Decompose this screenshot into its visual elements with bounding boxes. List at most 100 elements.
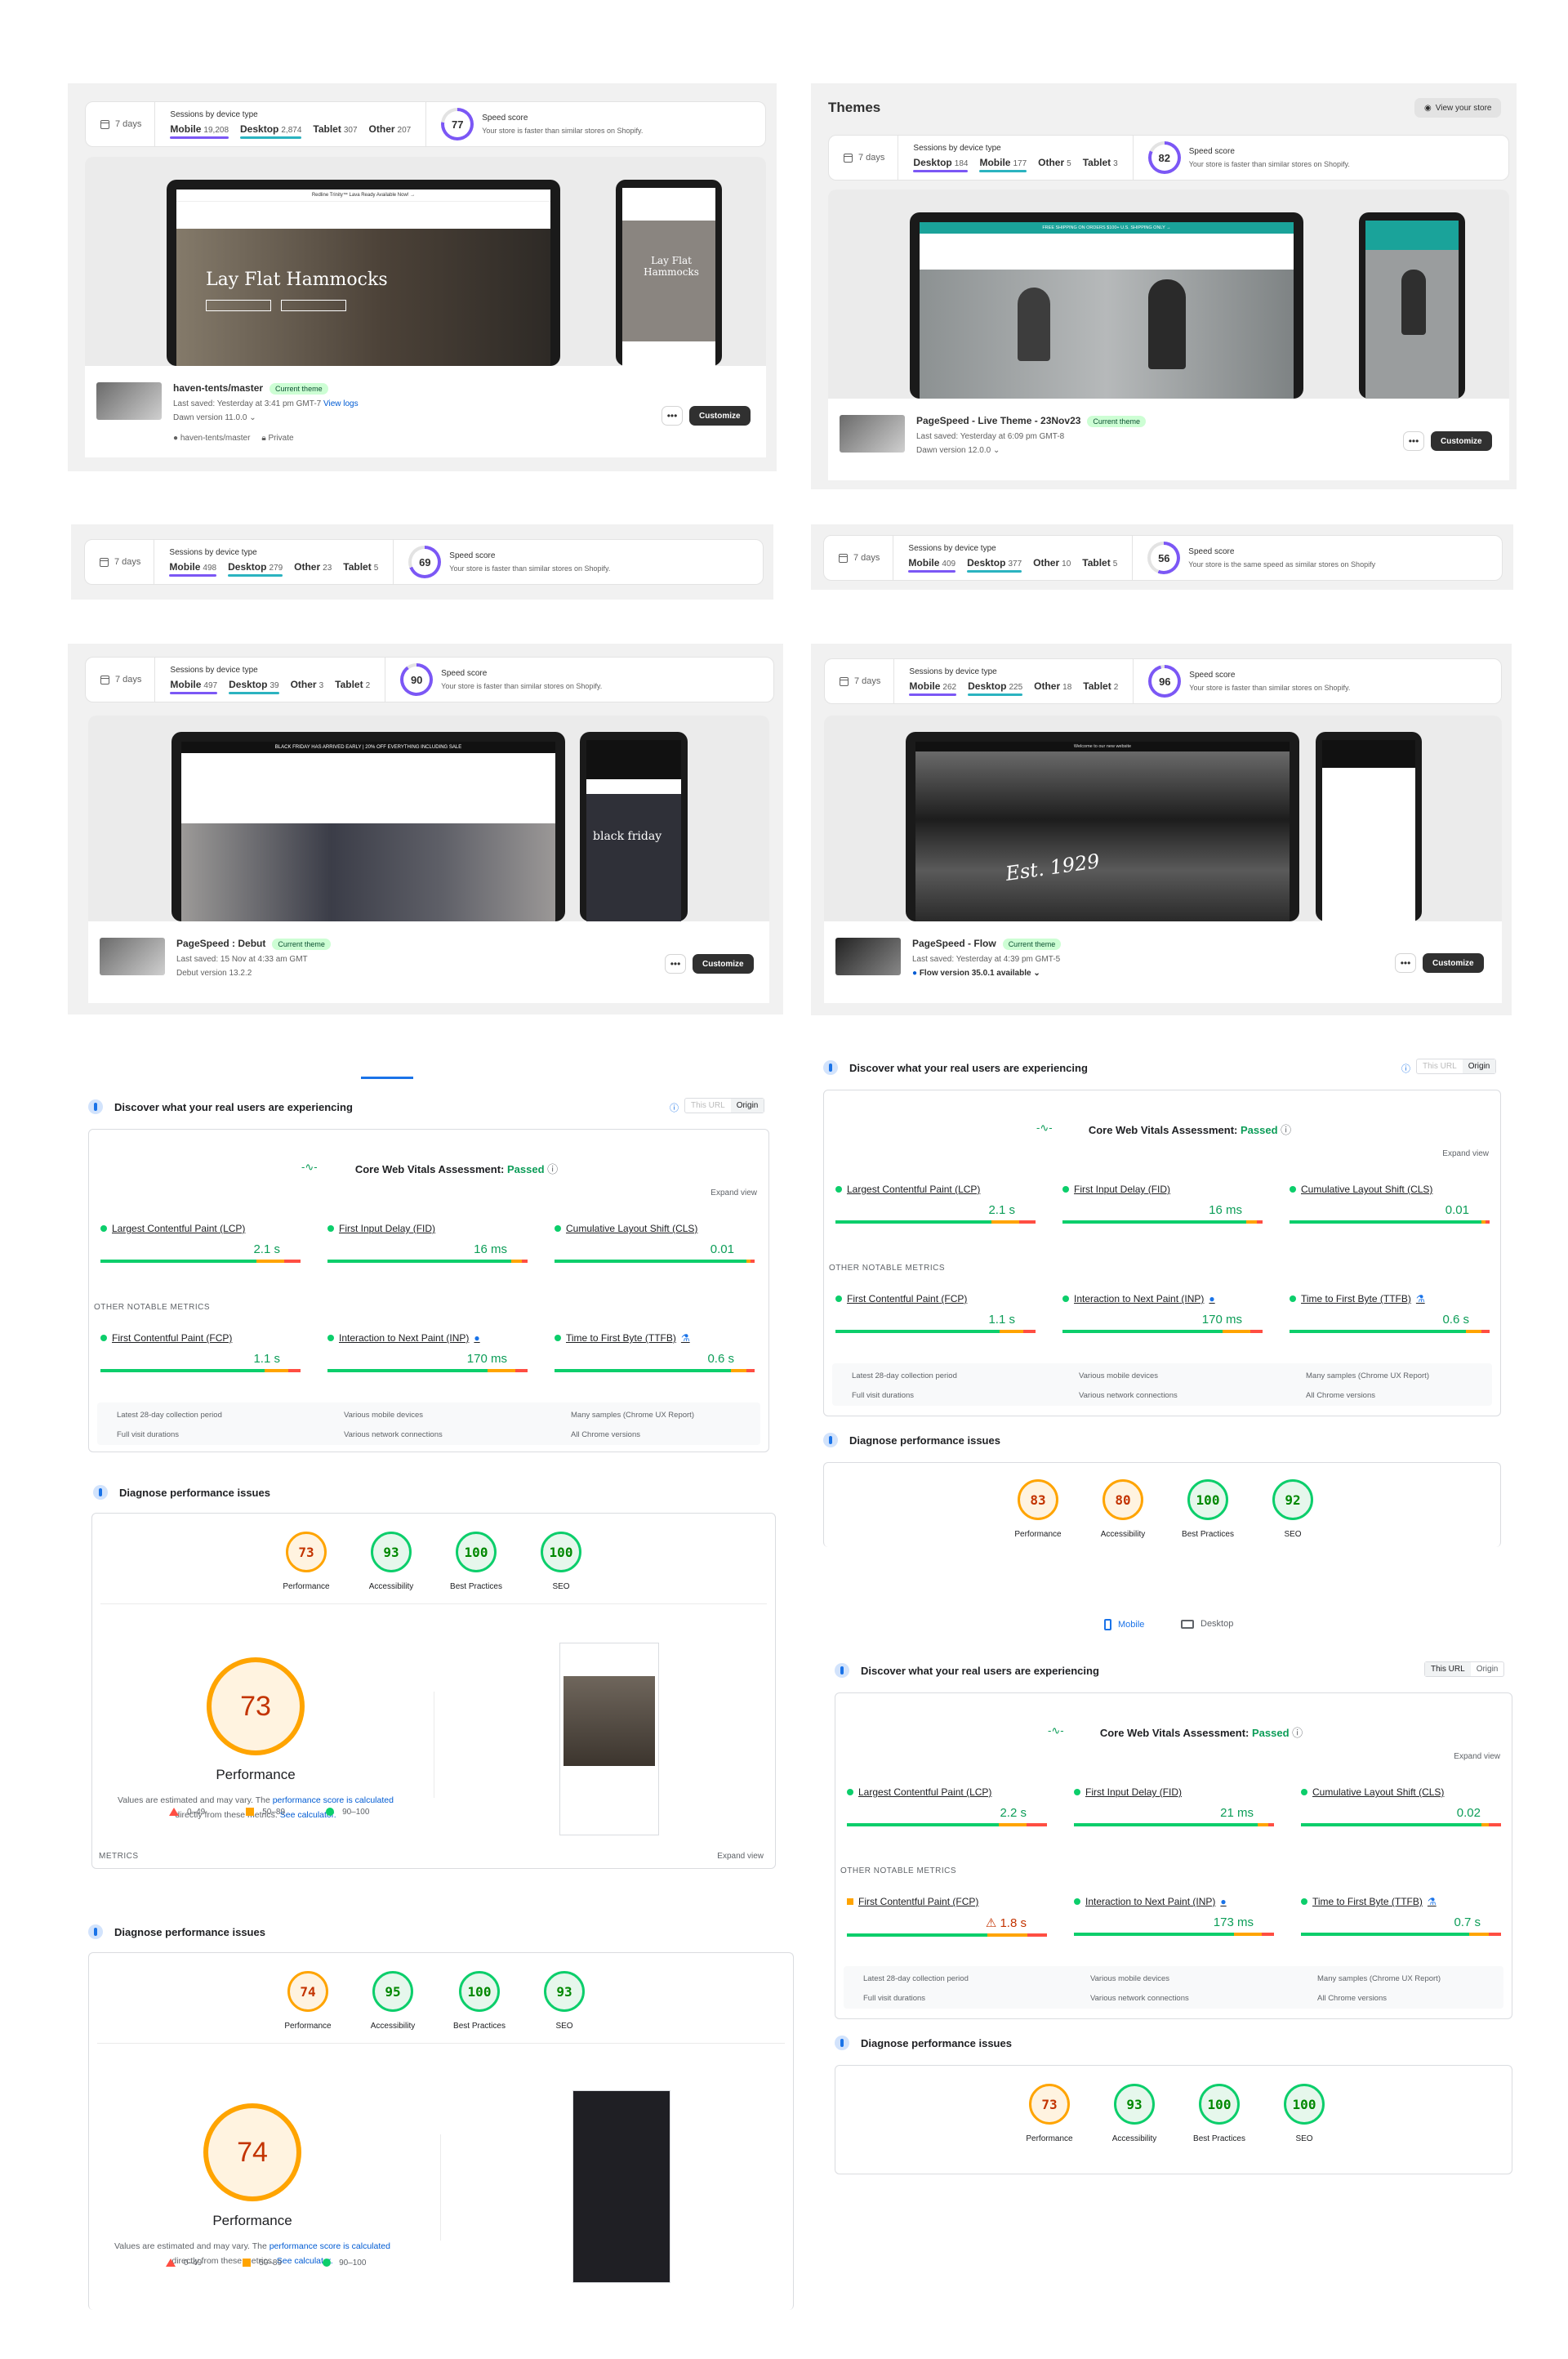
gauge-best-practices[interactable]: 100 Best Practices	[1167, 1479, 1249, 1539]
speed-score-ring: 56	[1147, 542, 1181, 574]
theme-thumbnail	[840, 415, 905, 453]
device-other[interactable]: Other 23	[294, 561, 332, 577]
speed-score[interactable]: 77 Speed score Your store is faster than …	[426, 108, 657, 140]
info-icon[interactable]: ⓘ	[1401, 1062, 1410, 1075]
speed-score[interactable]: 69 Speed score Your store is faster than …	[394, 546, 625, 578]
device-desktop[interactable]: Desktop 225	[968, 680, 1023, 696]
url-origin-toggle[interactable]: This URL Origin	[684, 1098, 765, 1113]
diagnose-icon	[88, 1924, 103, 1939]
score-legend: 0–49 50–89 90–100	[166, 2259, 366, 2268]
metric-ttfb: Time to First Byte (TTFB) ⚗ 0.6 s	[555, 1332, 759, 1372]
more-actions-button[interactable]: •••	[1395, 953, 1416, 973]
metric-fid: First Input Delay (FID) 16 ms	[1062, 1184, 1267, 1224]
url-origin-toggle[interactable]: This URL Origin	[1416, 1059, 1497, 1074]
device-mobile[interactable]: Mobile 498	[169, 561, 216, 577]
score-calculated-link[interactable]: performance score is calculated	[270, 2241, 390, 2251]
customize-button[interactable]: Customize	[1431, 431, 1492, 451]
more-actions-button[interactable]: •••	[665, 954, 686, 974]
more-actions-button[interactable]: •••	[662, 406, 683, 426]
view-logs-link[interactable]: View logs	[323, 399, 359, 408]
device-tablet[interactable]: Tablet 3	[1083, 157, 1118, 172]
expand-view-link[interactable]: Expand view	[1442, 1149, 1489, 1158]
tab-mobile[interactable]: Mobile	[1104, 1619, 1144, 1630]
device-other[interactable]: Other 10	[1033, 557, 1071, 573]
metric-inp: Interaction to Next Paint (INP) ● 170 ms	[327, 1332, 532, 1372]
metric-fid: First Input Delay (FID) 21 ms	[1074, 1786, 1278, 1826]
expand-view-link[interactable]: Expand view	[717, 1852, 764, 1861]
metric-cls: Cumulative Layout Shift (CLS) 0.01	[555, 1223, 759, 1263]
diagnose-card: 73 Performance 93 Accessibility 100 Best Pr…	[91, 1513, 776, 1869]
date-range-button[interactable]: 7 days	[829, 136, 899, 180]
customize-button[interactable]: Customize	[1423, 953, 1484, 973]
lock-icon: 🔒︎	[261, 434, 266, 443]
gauge-accessibility[interactable]: 95 Accessibility	[352, 1971, 434, 2031]
performance-score: 74 Performance Values are estimated and m…	[105, 2103, 399, 2268]
device-other[interactable]: Other 207	[369, 123, 412, 139]
info-icon[interactable]: ⓘ	[670, 1101, 679, 1114]
expand-view-link[interactable]: Expand view	[1454, 1752, 1500, 1761]
customize-button[interactable]: Customize	[689, 406, 751, 426]
gauge-accessibility[interactable]: 93 Accessibility	[350, 1532, 432, 1591]
mobile-icon	[1104, 1619, 1111, 1630]
device-desktop[interactable]: Desktop 279	[228, 561, 283, 577]
gauge-seo[interactable]: 93 SEO	[523, 1971, 605, 2031]
gauge-performance[interactable]: 73 Performance	[1009, 2084, 1090, 2143]
gauge-seo[interactable]: 100 SEO	[1263, 2084, 1345, 2143]
date-range-button[interactable]: 7 days	[86, 102, 156, 146]
gauge-performance[interactable]: 73 Performance	[265, 1532, 347, 1591]
theme-version[interactable]: Dawn version 11.0.0 ⌄	[173, 413, 359, 422]
gauge-seo[interactable]: 92 SEO	[1252, 1479, 1334, 1539]
calendar-icon	[100, 675, 109, 685]
diagnose-heading: Diagnose performance issues	[835, 2036, 1012, 2050]
device-desktop[interactable]: Desktop 184	[913, 157, 969, 172]
device-mobile[interactable]: Mobile 409	[908, 557, 956, 573]
metric-fcp: First Contentful Paint (FCP) ⚠ 1.8 s	[847, 1896, 1051, 1937]
users-icon	[835, 1663, 849, 1678]
date-range-button[interactable]: 7 days	[85, 540, 155, 584]
device-tablet[interactable]: Tablet 5	[343, 561, 378, 577]
speed-score[interactable]: 82 Speed score Your store is faster than …	[1134, 141, 1365, 174]
theme-version[interactable]: Dawn version 12.0.0 ⌄	[916, 446, 1146, 455]
device-mobile[interactable]: Mobile 497	[170, 679, 217, 694]
device-mobile[interactable]: Mobile 19,208	[170, 123, 229, 139]
device-mobile[interactable]: Mobile 177	[979, 157, 1027, 172]
metric-fid: First Input Delay (FID) 16 ms	[327, 1223, 532, 1263]
view-your-store-button[interactable]: ◉ View your store	[1414, 98, 1502, 118]
device-other[interactable]: Other 5	[1038, 157, 1071, 172]
device-desktop[interactable]: Desktop 2,874	[240, 123, 302, 139]
sessions-by-device: Sessions by device type Mobile 19,208 Des…	[155, 102, 427, 146]
date-range-button[interactable]: 7 days	[825, 659, 895, 703]
url-origin-toggle[interactable]: This URL Origin	[1424, 1661, 1505, 1677]
speed-score[interactable]: 96 Speed score Your store is faster than …	[1134, 665, 1365, 698]
customize-button[interactable]: Customize	[693, 954, 754, 974]
device-other[interactable]: Other 18	[1034, 680, 1071, 696]
device-tablet[interactable]: Tablet 2	[335, 679, 370, 694]
gauge-performance[interactable]: 74 Performance	[267, 1971, 349, 2031]
gauge-accessibility[interactable]: 93 Accessibility	[1094, 2084, 1175, 2143]
device-other[interactable]: Other 3	[291, 679, 324, 694]
gauge-performance[interactable]: 83 Performance	[997, 1479, 1079, 1539]
tab-desktop[interactable]: Desktop	[1181, 1619, 1233, 1629]
device-mobile[interactable]: Mobile 262	[909, 680, 956, 696]
gauge-best-practices[interactable]: 100 Best Practices	[435, 1532, 517, 1591]
device-desktop[interactable]: Desktop 377	[967, 557, 1022, 573]
expand-view-link[interactable]: Expand view	[710, 1188, 757, 1197]
speed-score[interactable]: 90 Speed score Your store is faster than …	[385, 663, 617, 696]
device-tablet[interactable]: Tablet 2	[1083, 680, 1118, 696]
gauge-best-practices[interactable]: 100 Best Practices	[1178, 2084, 1260, 2143]
device-desktop[interactable]: Desktop 39	[229, 679, 280, 694]
gauge-accessibility[interactable]: 80 Accessibility	[1082, 1479, 1164, 1539]
more-actions-button[interactable]: •••	[1403, 431, 1424, 451]
score-calculated-link[interactable]: performance score is calculated	[273, 1795, 394, 1805]
speed-score[interactable]: 56 Speed score Your store is the same spe…	[1133, 542, 1390, 574]
cwv-assessment: -∿- Core Web Vitals Assessment: Passed ⓘ…	[88, 1129, 769, 1452]
users-icon	[88, 1099, 103, 1114]
device-tablet[interactable]: Tablet 5	[1082, 557, 1117, 573]
date-range-button[interactable]: 7 days	[86, 658, 156, 702]
gauge-seo[interactable]: 100 SEO	[520, 1532, 602, 1591]
sessions-bar-2: 7 days Sessions by device type Desktop 18…	[828, 135, 1509, 181]
theme-update-available[interactable]: ● Flow version 35.0.1 available ⌄	[912, 969, 1061, 978]
device-tablet[interactable]: Tablet 307	[313, 123, 357, 139]
date-range-button[interactable]: 7 days	[824, 536, 894, 580]
gauge-best-practices[interactable]: 100 Best Practices	[439, 1971, 520, 2031]
